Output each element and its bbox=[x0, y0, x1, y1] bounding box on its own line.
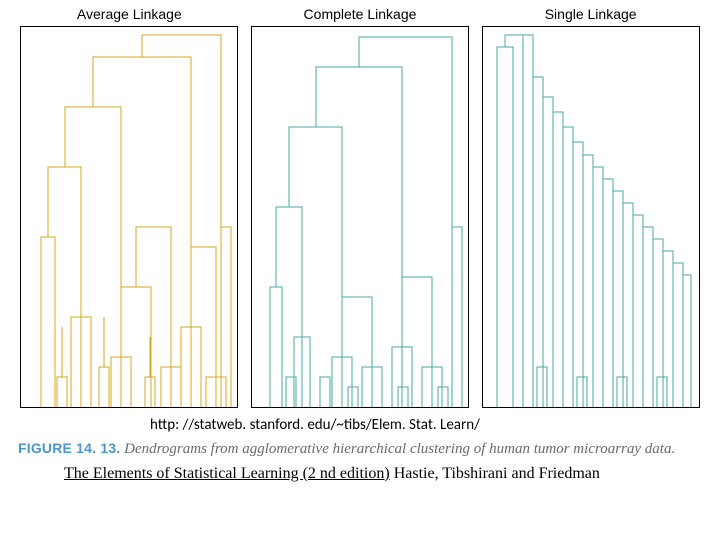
book-title: The Elements of Statistical Learning (2 … bbox=[64, 465, 390, 482]
panel-complete-linkage: Complete Linkage bbox=[251, 6, 469, 408]
source-url: http: //statweb. stanford. edu/~tibs/Ele… bbox=[150, 416, 720, 434]
book-attribution: The Elements of Statistical Learning (2 … bbox=[64, 465, 720, 483]
figure-caption-body: Dendrograms from agglomerative hierarchi… bbox=[124, 441, 675, 457]
book-authors: Hastie, Tibshirani and Friedman bbox=[390, 465, 600, 482]
dendrogram-complete bbox=[251, 26, 469, 408]
panel-average-linkage: Average Linkage bbox=[20, 6, 238, 408]
panel-title: Average Linkage bbox=[20, 6, 238, 22]
dendrogram-average bbox=[20, 26, 238, 408]
dendrogram-panels: Average Linkage Complete Linkage Single … bbox=[0, 0, 720, 408]
panel-title: Single Linkage bbox=[482, 6, 700, 22]
dendrogram-single bbox=[482, 26, 700, 408]
figure-label: FIGURE 14. 13. bbox=[18, 440, 120, 456]
panel-title: Complete Linkage bbox=[251, 6, 469, 22]
panel-single-linkage: Single Linkage bbox=[482, 6, 700, 408]
figure-caption: FIGURE 14. 13. Dendrograms from agglomer… bbox=[18, 440, 702, 459]
